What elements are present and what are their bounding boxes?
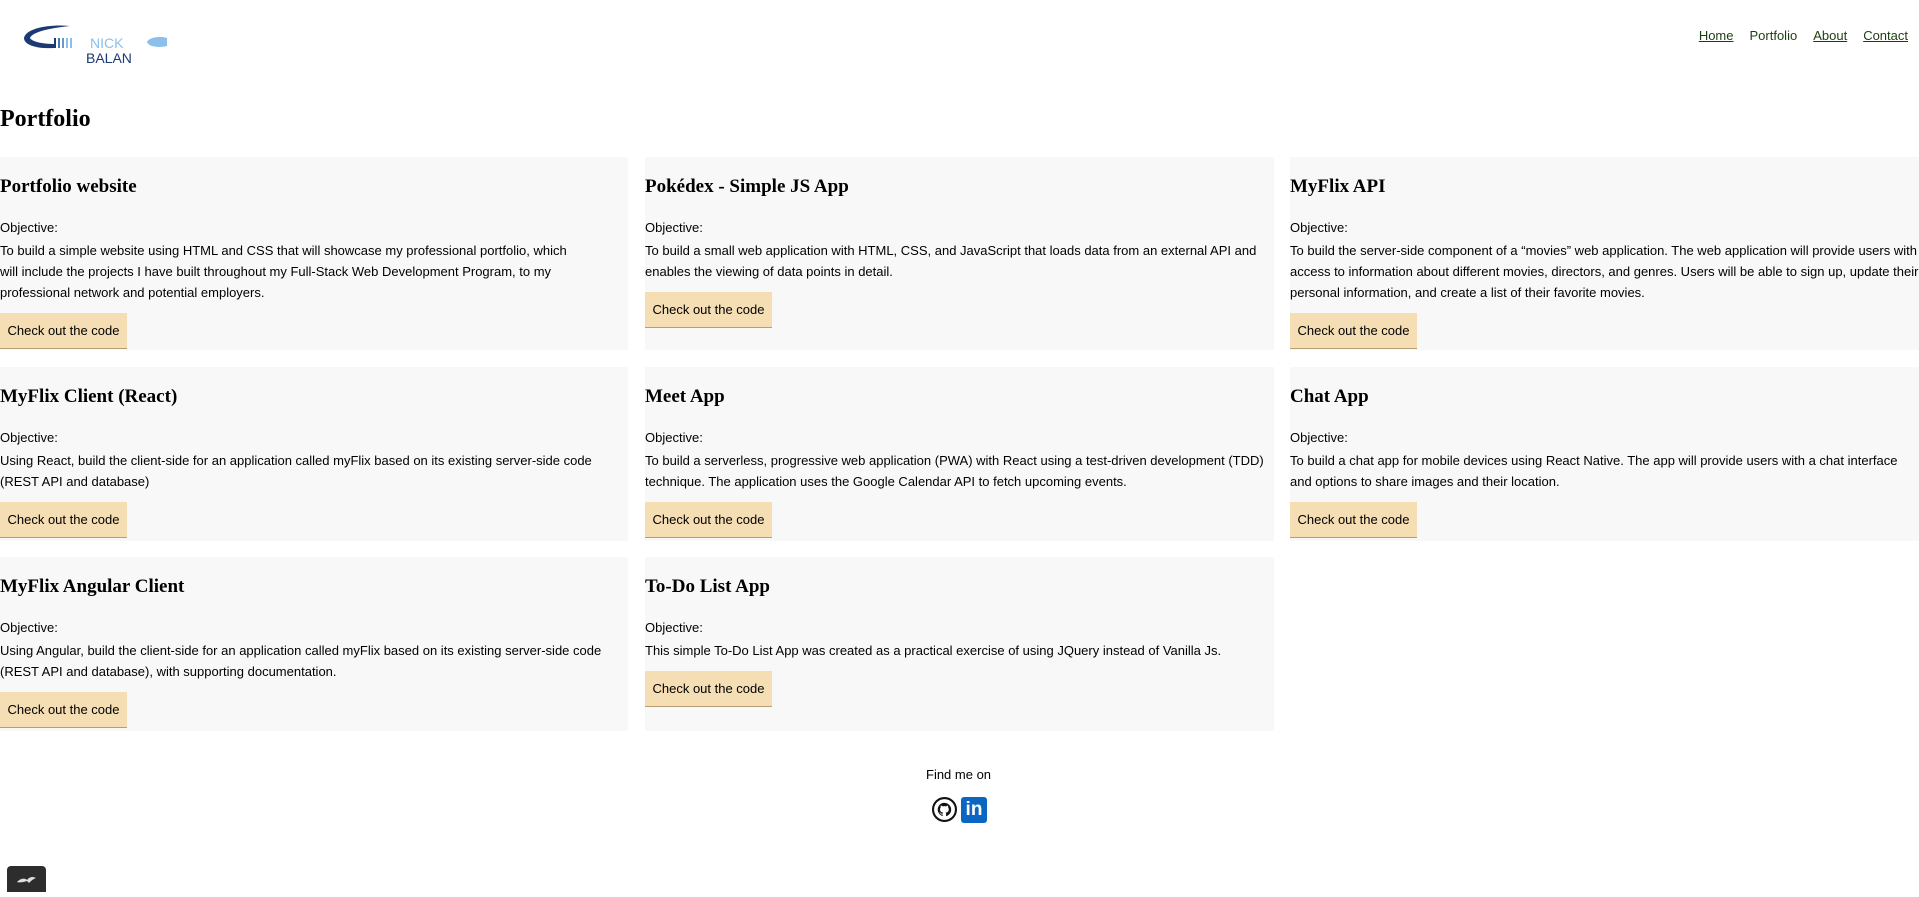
nav-link-home[interactable]: Home	[1699, 28, 1734, 43]
project-card: MyFlix Client (React) Objective: Using R…	[0, 367, 628, 541]
project-card: Meet App Objective: To build a serverles…	[645, 367, 1274, 541]
objective-label: Objective:	[1290, 220, 1348, 235]
find-me-label: Find me on	[926, 767, 992, 782]
check-code-button[interactable]: Check out the code	[1290, 502, 1417, 538]
objective-text: Using Angular, build the client-side for…	[0, 643, 602, 679]
logo-last-name: BALAN	[86, 50, 132, 66]
objective-label: Objective:	[0, 620, 58, 635]
objective-text: This simple To-Do List App was created a…	[645, 643, 1222, 658]
project-title: Chat App	[1290, 386, 1369, 407]
project-title: MyFlix Client (React)	[0, 386, 178, 407]
page-title: Portfolio	[0, 106, 91, 132]
objective-text: To build a chat app for mobile devices u…	[1290, 453, 1898, 489]
objective-label: Objective:	[645, 620, 703, 635]
project-card: Pokédex - Simple JS App Objective: To bu…	[645, 157, 1274, 350]
project-card: Chat App Objective: To build a chat app …	[1290, 367, 1919, 541]
objective-text: To build a serverless, progressive web a…	[645, 453, 1264, 489]
logo-accent-icon	[147, 37, 167, 47]
objective-label: Objective:	[645, 430, 703, 445]
check-code-button[interactable]: Check out the code	[645, 502, 772, 538]
project-title: To-Do List App	[645, 576, 770, 597]
objective-text: To build the server-side component of a …	[1290, 243, 1919, 300]
github-icon[interactable]	[932, 797, 957, 822]
check-code-button[interactable]: Check out the code	[1290, 313, 1417, 349]
nav-link-portfolio[interactable]: Portfolio	[1750, 28, 1798, 43]
project-title: Pokédex - Simple JS App	[645, 176, 849, 197]
objective-label: Objective:	[645, 220, 703, 235]
objective-text: To build a small web application with HT…	[645, 243, 1257, 279]
logo-mark-icon	[24, 25, 72, 49]
project-card: Portfolio website Objective: To build a …	[0, 157, 628, 350]
logo-text: NICK BALAN	[86, 36, 132, 66]
objective-label: Objective:	[0, 220, 58, 235]
check-code-button[interactable]: Check out the code	[0, 692, 127, 728]
site-logo[interactable]: NICK BALAN	[20, 20, 170, 66]
project-title: Portfolio website	[0, 176, 137, 197]
project-card: MyFlix Angular Client Objective: Using A…	[0, 557, 628, 731]
social-links: in	[932, 797, 987, 823]
objective-text: To build a simple website using HTML and…	[0, 243, 567, 300]
project-title: Meet App	[645, 386, 725, 407]
main-nav: Home Portfolio About Contact	[1699, 28, 1908, 43]
check-code-button[interactable]: Check out the code	[645, 671, 772, 707]
nav-link-contact[interactable]: Contact	[1863, 28, 1908, 43]
corner-widget[interactable]	[7, 866, 46, 892]
logo-first-name: NICK	[90, 35, 124, 51]
objective-label: Objective:	[1290, 430, 1348, 445]
bird-icon	[17, 876, 36, 883]
site-header: NICK BALAN Home Portfolio About Contact	[0, 0, 1919, 110]
linkedin-icon[interactable]: in	[961, 797, 987, 823]
check-code-button[interactable]: Check out the code	[0, 313, 127, 349]
project-card: MyFlix API Objective: To build the serve…	[1290, 157, 1919, 350]
nav-link-about[interactable]: About	[1813, 28, 1847, 43]
project-title: MyFlix API	[1290, 176, 1386, 197]
project-title: MyFlix Angular Client	[0, 576, 185, 597]
check-code-button[interactable]: Check out the code	[0, 502, 127, 538]
objective-label: Objective:	[0, 430, 58, 445]
project-card: To-Do List App Objective: This simple To…	[645, 557, 1274, 731]
check-code-button[interactable]: Check out the code	[645, 292, 772, 328]
objective-text: Using React, build the client-side for a…	[0, 453, 592, 489]
